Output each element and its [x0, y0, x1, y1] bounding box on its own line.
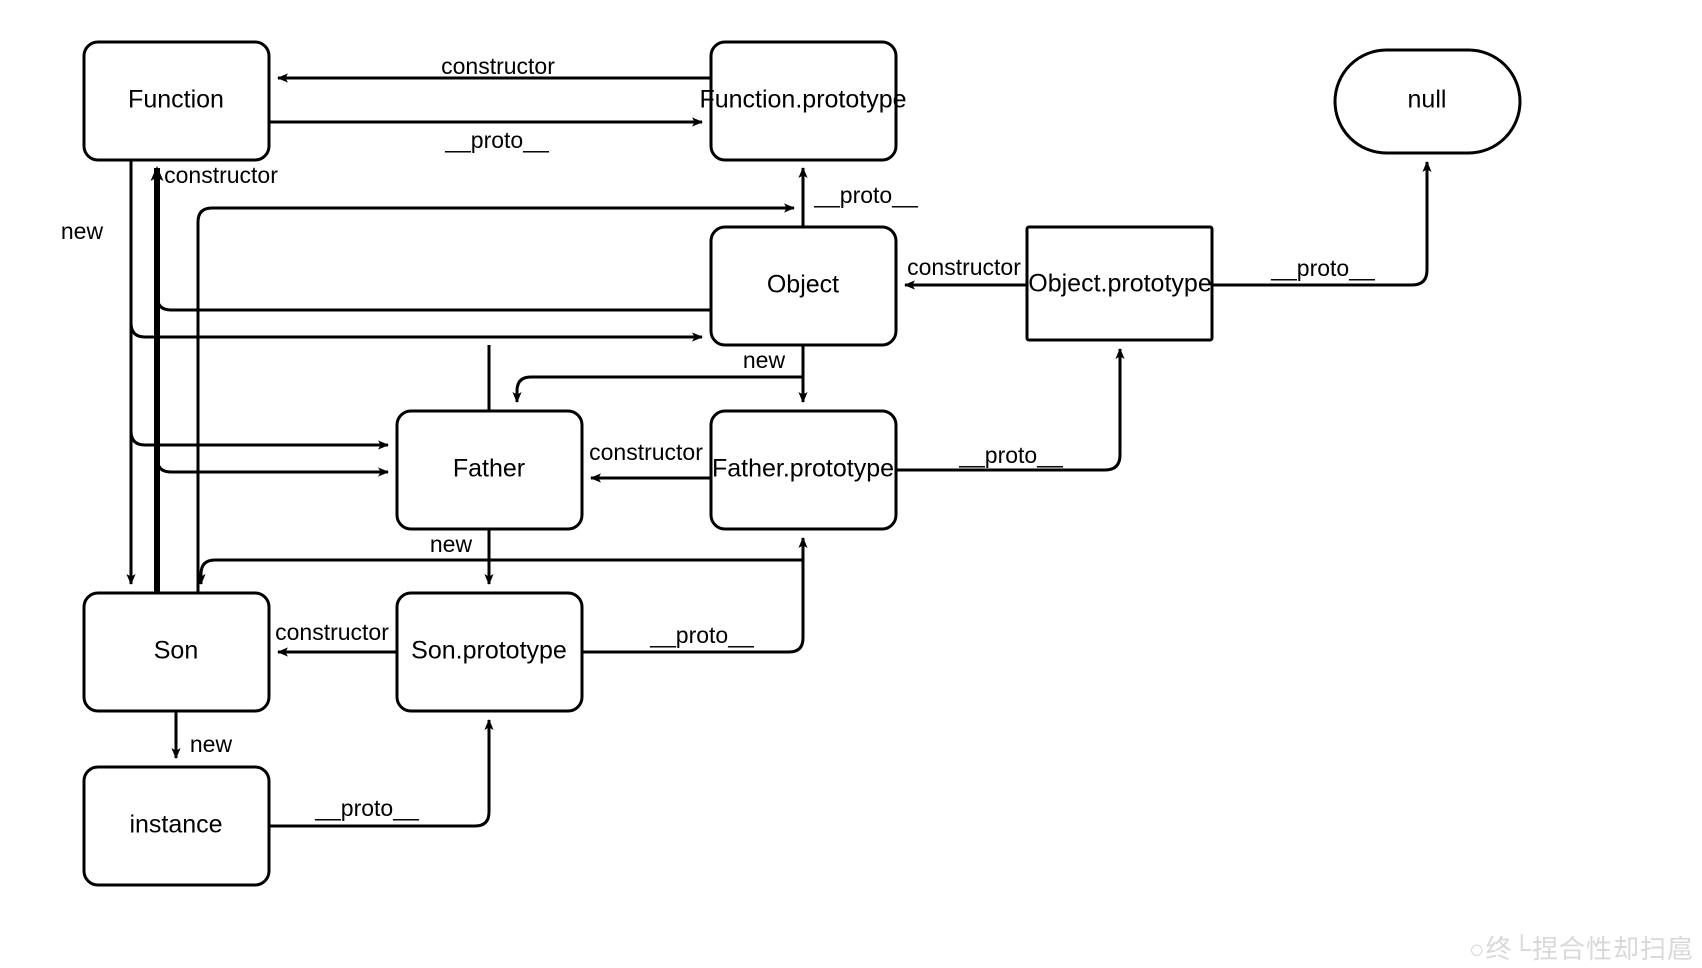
- node-father[interactable]: Father: [395, 409, 584, 531]
- node-son-prototype-label: Son.prototype: [411, 637, 567, 665]
- edge-label-constructor-objproto-object: constructor: [907, 254, 1021, 280]
- node-object-prototype-label: Object.prototype: [1028, 270, 1211, 298]
- node-son-label: Son: [154, 637, 198, 665]
- node-object-label: Object: [767, 271, 839, 299]
- edge-label-new-function-son: new: [61, 218, 104, 244]
- edge-label-constructor-sonproto-son: constructor: [275, 619, 389, 645]
- edge-label-new-object-fatherproto: new: [743, 347, 786, 373]
- edge-label-proto-objproto-null: __proto__: [1270, 255, 1376, 281]
- prototype-chain-diagram: Function Function.prototype null Object …: [61, 40, 1522, 887]
- edge-label-constructor-fnproto-fn: constructor: [441, 53, 555, 79]
- edge-label-new-son-instance: new: [190, 731, 233, 757]
- edge-label-constructor-fatherproto-father: constructor: [589, 439, 703, 465]
- node-function[interactable]: Function: [82, 40, 271, 162]
- edge-object-proto2-fnproto: [196, 203, 795, 600]
- node-instance-label: instance: [129, 811, 222, 839]
- node-instance[interactable]: instance: [82, 765, 271, 887]
- edge-object-new-father: [155, 457, 389, 477]
- edge-function-new-father: [129, 430, 389, 450]
- node-son-prototype[interactable]: Son.prototype: [395, 591, 584, 713]
- watermark-text: ○终└捏合性却扫扈: [1468, 934, 1694, 964]
- node-function-label: Function: [128, 86, 224, 114]
- edge-function-new-object: [155, 295, 711, 312]
- node-null-label: null: [1408, 86, 1447, 114]
- edge-father-proto-fnproto: [129, 322, 703, 342]
- edge-label-constructor-son-function: constructor: [164, 162, 278, 188]
- node-father-label: Father: [453, 455, 525, 483]
- node-son[interactable]: Son: [82, 591, 271, 713]
- node-function-prototype[interactable]: Function.prototype: [699, 40, 907, 162]
- watermark: ○终└捏合性却扫扈: [1469, 929, 1694, 966]
- edge-label-proto-object-fnproto: __proto__: [813, 182, 919, 208]
- node-function-prototype-label: Function.prototype: [699, 86, 906, 114]
- edge-label-proto-fn-fnproto: __proto__: [444, 127, 550, 153]
- diagram-canvas: Function Function.prototype null Object …: [0, 0, 1702, 968]
- edge-fatherproto-elbow-son: [196, 538, 805, 585]
- edge-label-proto-fatherproto-objproto: __proto__: [958, 442, 1064, 468]
- node-null[interactable]: null: [1333, 48, 1522, 155]
- node-father-prototype-label: Father.prototype: [712, 455, 894, 483]
- node-object[interactable]: Object: [709, 225, 898, 347]
- edge-label-proto-instance-sonproto: __proto__: [314, 795, 420, 821]
- node-father-prototype[interactable]: Father.prototype: [709, 409, 898, 531]
- edge-label-new-father-sonproto: new: [430, 531, 473, 557]
- node-object-prototype[interactable]: Object.prototype: [1025, 225, 1214, 342]
- edge-label-proto-sonproto-fatherproto: __proto__: [649, 622, 755, 648]
